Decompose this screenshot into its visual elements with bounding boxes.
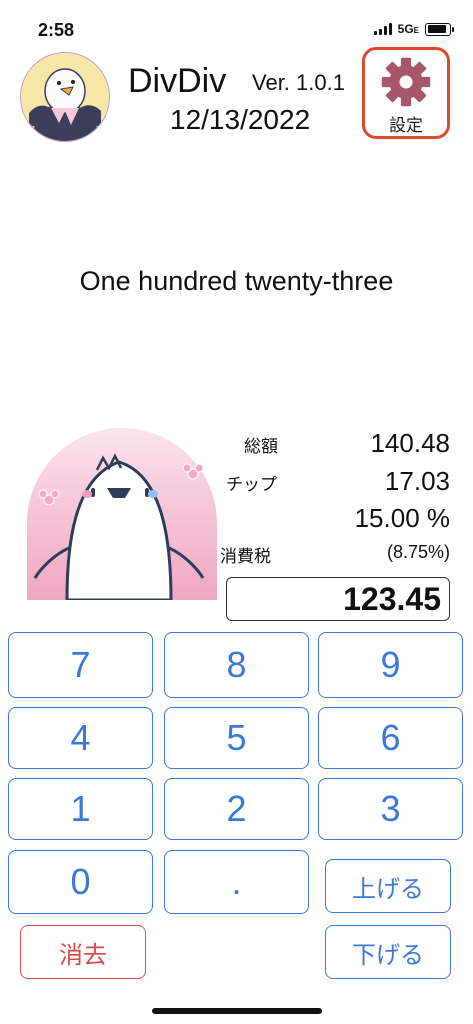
status-indicators: 5GE (373, 22, 454, 36)
battery-icon (425, 22, 454, 36)
tip-label: チップ (226, 475, 277, 494)
key-4[interactable]: 4 (8, 707, 153, 769)
total-value: 140.48 (370, 428, 450, 458)
key-1[interactable]: 1 (8, 778, 153, 840)
settings-button[interactable]: 設定 (362, 47, 450, 139)
key-5[interactable]: 5 (164, 707, 309, 769)
home-indicator (152, 1008, 322, 1014)
amount-in-words: One hundred twenty-three (79, 266, 394, 296)
clear-button[interactable]: 消去 (20, 925, 146, 979)
key-decimal[interactable]: . (164, 850, 309, 914)
amount-input[interactable]: 123.45 (226, 577, 450, 621)
tax-label: 消費税 (220, 547, 271, 566)
key-9[interactable]: 9 (318, 632, 463, 698)
settings-label: 設定 (389, 116, 423, 135)
tax-rate: (8.75%) (386, 542, 450, 562)
tip-percent: 15.00 % (354, 503, 450, 533)
bird-mascot (27, 428, 217, 602)
total-label: 総額 (244, 437, 278, 456)
key-3[interactable]: 3 (318, 778, 463, 840)
app-version: Ver. 1.0.1 (252, 70, 345, 95)
current-date: 12/13/2022 (170, 104, 311, 135)
key-6[interactable]: 6 (318, 707, 463, 769)
network-type: 5GE (397, 22, 419, 36)
eagle-avatar (20, 52, 110, 142)
signal-icon (373, 23, 392, 35)
status-time: 2:58 (38, 20, 75, 40)
key-0[interactable]: 0 (8, 850, 153, 914)
key-8[interactable]: 8 (164, 632, 309, 698)
round-down-button[interactable]: 下げる (325, 925, 451, 979)
key-7[interactable]: 7 (8, 632, 153, 698)
app-title: DivDiv (128, 62, 227, 100)
tip-value: 17.03 (384, 466, 450, 496)
gear-icon (381, 57, 431, 107)
key-2[interactable]: 2 (164, 778, 309, 840)
round-up-button[interactable]: 上げる (325, 859, 451, 913)
